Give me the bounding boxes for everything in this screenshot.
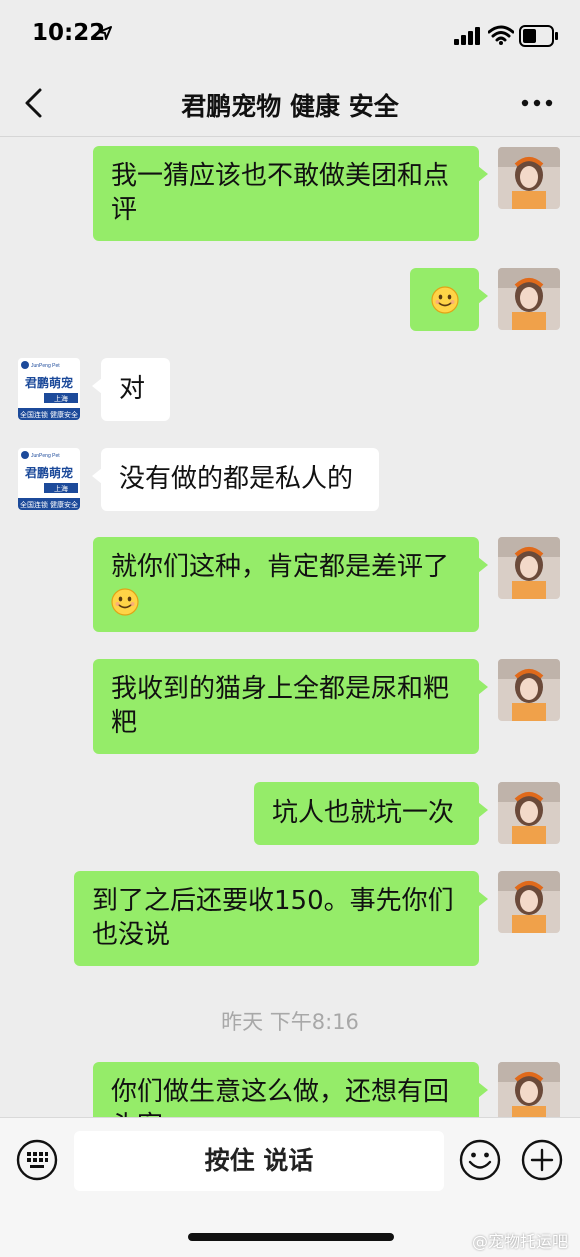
user-photo-icon: [498, 871, 560, 933]
cell-signal-icon: [454, 27, 480, 45]
chat-input-bar: 按住 说话 @宠物托运吧: [0, 1117, 580, 1257]
user-photo-icon: [498, 782, 560, 844]
message-text: 坑人也就坑一次: [272, 798, 455, 828]
message-text: 你们做生意这么做，还想有回: [111, 1077, 450, 1107]
watermark: @宠物托运吧: [471, 1232, 568, 1251]
message-text: 我一猜应该也不敢做美团和点: [111, 161, 450, 191]
my-message-bubble[interactable]: 就你们这种，肯定都是差评了: [93, 537, 488, 632]
user-photo-icon: [498, 268, 560, 330]
emoji-smiley-icon[interactable]: [459, 1139, 501, 1181]
user-photo-icon: [498, 659, 560, 721]
smile-emoji-icon: [111, 587, 139, 616]
svg-text:JunPeng Pet: JunPeng Pet: [31, 363, 60, 369]
user-photo-icon: [498, 537, 560, 599]
battery-icon: [519, 25, 558, 47]
my-avatar[interactable]: [498, 659, 560, 721]
chat-header: 君鹏宠物 健康 安全: [0, 70, 580, 137]
wifi-icon: [488, 25, 514, 45]
my-message-bubble[interactable]: 你们做生意这么做，还想有回 头客: [93, 1062, 488, 1117]
chat-title: 君鹏宠物 健康 安全: [181, 92, 399, 121]
shop-logo-icon: JunPeng Pet 君鹏萌宠 上海 全国连锁 健康安全: [18, 358, 80, 420]
my-avatar[interactable]: [498, 537, 560, 599]
user-photo-icon: [498, 147, 560, 209]
message-text: 粑: [111, 708, 138, 738]
svg-text:上海: 上海: [54, 484, 68, 493]
more-options-icon[interactable]: [520, 96, 554, 110]
svg-text:全国连锁 健康安全: 全国连锁 健康安全: [20, 410, 78, 419]
svg-text:君鹏萌宠: 君鹏萌宠: [24, 465, 73, 480]
my-message-bubble[interactable]: 我一猜应该也不敢做美团和点 评: [93, 146, 488, 241]
my-message-bubble[interactable]: 坑人也就坑一次: [254, 782, 488, 845]
status-time: 10:22: [32, 20, 106, 46]
message-text: 也没说: [92, 920, 171, 950]
my-avatar[interactable]: [498, 268, 560, 330]
message-text: 我收到的猫身上全都是尿和粑: [111, 674, 450, 704]
home-indicator[interactable]: [188, 1233, 394, 1241]
chat-message-list[interactable]: 我一猜应该也不敢做美团和点 评 JunPeng Pet 君鹏萌宠 上海 全国连锁…: [0, 137, 580, 1117]
my-message-bubble[interactable]: 到了之后还要收150。事先你们 也没说: [74, 871, 488, 966]
my-avatar[interactable]: [498, 782, 560, 844]
shop-avatar[interactable]: JunPeng Pet 君鹏萌宠 上海 全国连锁 健康安全: [18, 358, 80, 420]
my-avatar[interactable]: [498, 1062, 560, 1117]
my-avatar[interactable]: [498, 871, 560, 933]
their-message-bubble[interactable]: 对: [92, 358, 170, 421]
keyboard-icon[interactable]: [16, 1139, 58, 1181]
my-message-bubble[interactable]: [410, 268, 488, 331]
my-avatar[interactable]: [498, 147, 560, 209]
shop-logo-icon: JunPeng Pet 君鹏萌宠 上海 全国连锁 健康安全: [18, 448, 80, 510]
message-text: 评: [111, 195, 138, 225]
plus-icon[interactable]: [521, 1139, 563, 1181]
shop-avatar[interactable]: JunPeng Pet 君鹏萌宠 上海 全国连锁 健康安全: [18, 448, 80, 510]
svg-text:全国连锁 健康安全: 全国连锁 健康安全: [20, 500, 78, 509]
chat-timestamp: 昨天 下午8:16: [221, 1010, 359, 1034]
my-message-bubble[interactable]: 我收到的猫身上全都是尿和粑 粑: [93, 659, 488, 754]
message-text: 对: [119, 374, 146, 404]
their-message-bubble[interactable]: 没有做的都是私人的: [92, 448, 379, 511]
location-arrow-icon: [98, 26, 112, 40]
hold-to-talk-button[interactable]: 按住 说话: [74, 1131, 444, 1191]
user-photo-icon: [498, 1062, 560, 1117]
message-text: 就你们这种，肯定都是差评了: [111, 552, 450, 582]
message-text: 头客: [111, 1109, 461, 1117]
svg-text:JunPeng Pet: JunPeng Pet: [31, 453, 60, 459]
message-text: 没有做的都是私人的: [119, 464, 354, 494]
status-bar: 10:22: [0, 0, 580, 70]
smile-emoji-icon: [431, 286, 459, 314]
message-text: 到了之后还要收150。事先你们: [92, 886, 454, 916]
svg-text:君鹏萌宠: 君鹏萌宠: [24, 375, 73, 390]
svg-text:上海: 上海: [54, 394, 68, 403]
